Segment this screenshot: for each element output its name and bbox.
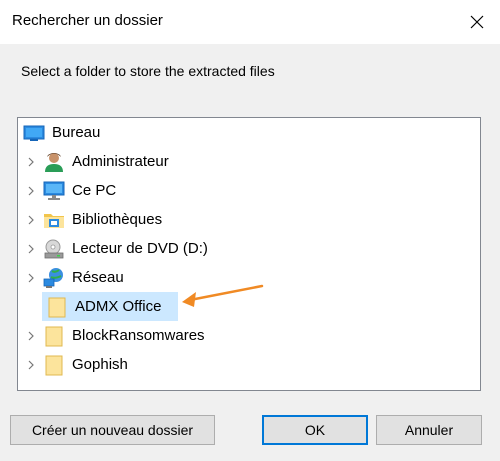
chevron-right-icon[interactable] [20,350,42,379]
desktop-icon [22,121,46,145]
tree-item-blockransomwares[interactable]: BlockRansomwares [20,321,480,350]
close-icon [470,15,484,29]
window-title: Rechercher un dossier [12,12,163,29]
user-icon [42,150,66,174]
computer-icon [42,179,66,203]
chevron-right-icon[interactable] [20,321,42,350]
chevron-right-icon[interactable] [20,176,42,205]
tree-item-administrateur[interactable]: Administrateur [20,147,480,176]
cancel-button[interactable]: Annuler [376,415,482,445]
tree-item-label: Administrateur [72,153,169,170]
title-bar: Rechercher un dossier [0,0,500,44]
tree-item-dvd-drive[interactable]: Lecteur de DVD (D:) [20,234,480,263]
tree-item-label: ADMX Office [75,298,162,315]
new-folder-button[interactable]: Créer un nouveau dossier [10,415,215,445]
close-button[interactable] [454,0,500,44]
chevron-right-icon[interactable] [20,147,42,176]
chevron-right-icon[interactable] [20,263,42,292]
network-icon [42,266,66,290]
tree-item-label: BlockRansomwares [72,327,205,344]
tree-item-admx-office[interactable]: ADMX Office [42,292,178,321]
folder-tree[interactable]: Bureau Administrateur Ce PC Bibliothèque… [17,117,481,391]
folder-icon [45,295,69,319]
tree-item-label: Lecteur de DVD (D:) [72,240,208,257]
tree-item-gophish[interactable]: Gophish [20,350,480,379]
chevron-right-icon[interactable] [20,234,42,263]
folder-icon [42,353,66,377]
tree-item-label: Ce PC [72,182,117,199]
ok-button[interactable]: OK [262,415,368,445]
tree-item-label: Réseau [72,269,124,286]
tree-item-label: Bibliothèques [72,211,163,228]
tree-item-label: Bureau [52,124,101,141]
tree-item-ce-pc[interactable]: Ce PC [20,176,480,205]
tree-item-bibliotheques[interactable]: Bibliothèques [20,205,480,234]
tree-item-bureau[interactable]: Bureau [20,118,480,147]
chevron-right-icon[interactable] [20,205,42,234]
instruction-text: Select a folder to store the extracted f… [21,63,275,79]
folder-icon [42,324,66,348]
library-icon [42,208,66,232]
dvd-drive-icon [42,237,66,261]
annotation-arrow-icon [182,284,264,307]
tree-item-label: Gophish [72,356,128,373]
